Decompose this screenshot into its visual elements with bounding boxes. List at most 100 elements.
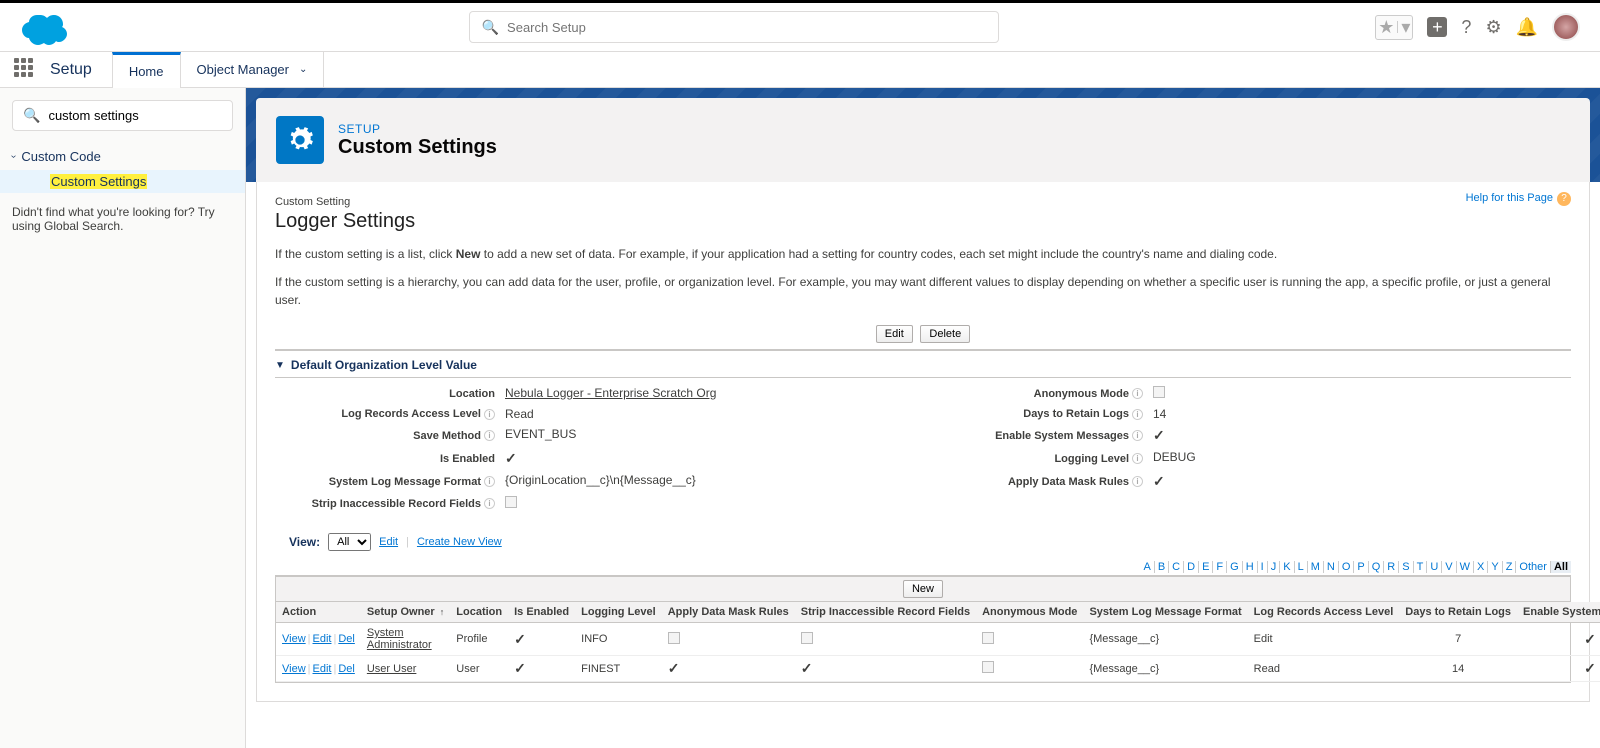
edit-link[interactable]: Edit xyxy=(313,663,332,675)
help-icon[interactable]: ? xyxy=(1461,17,1471,38)
label-data-mask: Apply Data Mask Rulesi xyxy=(923,473,1153,490)
cell-loglevel: FINEST xyxy=(575,656,662,682)
row-actions: View|Edit|Del xyxy=(276,656,361,682)
letter-filter-other[interactable]: Other xyxy=(1516,561,1551,573)
tab-home[interactable]: Home xyxy=(112,52,181,88)
settings-table: ActionSetup Owner ↑LocationIs EnabledLog… xyxy=(276,602,1600,682)
edit-view-link[interactable]: Edit xyxy=(379,536,398,548)
sidebar-item-custom-settings[interactable]: Custom Settings xyxy=(0,170,245,193)
letter-filter-R[interactable]: R xyxy=(1384,561,1399,573)
record-title: Logger Settings xyxy=(275,210,1571,233)
gear-icon xyxy=(276,116,324,164)
quick-find-input[interactable] xyxy=(48,108,224,123)
letter-filter-W[interactable]: W xyxy=(1457,561,1474,573)
col-logLevel[interactable]: Logging Level xyxy=(575,602,662,623)
letter-filter-Q[interactable]: Q xyxy=(1369,561,1385,573)
create-view-link[interactable]: Create New View xyxy=(417,536,502,548)
view-select[interactable]: All xyxy=(328,533,371,551)
col-access[interactable]: Log Records Access Level xyxy=(1248,602,1400,623)
avatar[interactable] xyxy=(1552,13,1580,41)
global-header: 🔍 ★▾ + ? ⚙ 🔔 xyxy=(0,0,1600,52)
cell-owner: User User xyxy=(361,656,450,682)
cell-msgfmt: {Message__c} xyxy=(1083,656,1247,682)
letter-filter-N[interactable]: N xyxy=(1324,561,1339,573)
letter-filter-all[interactable]: All xyxy=(1551,561,1571,573)
salesforce-logo[interactable] xyxy=(20,9,72,45)
col-action[interactable]: Action xyxy=(276,602,361,623)
letter-filter-D[interactable]: D xyxy=(1184,561,1199,573)
new-button[interactable]: New xyxy=(903,580,943,598)
letter-filter-I[interactable]: I xyxy=(1258,561,1268,573)
letter-filter-X[interactable]: X xyxy=(1474,561,1488,573)
cell-msgfmt: {Message__c} xyxy=(1083,623,1247,656)
delete-button[interactable]: Delete xyxy=(920,325,970,343)
letter-filter-H[interactable]: H xyxy=(1243,561,1258,573)
view-link[interactable]: View xyxy=(282,663,306,675)
edit-link[interactable]: Edit xyxy=(313,633,332,645)
col-dataMask[interactable]: Apply Data Mask Rules xyxy=(662,602,795,623)
col-enabled[interactable]: Is Enabled xyxy=(508,602,575,623)
detail-grid: Location Nebula Logger - Enterprise Scra… xyxy=(275,378,1571,525)
help-link[interactable]: Help for this Page? xyxy=(1466,192,1571,206)
label-strip-fields: Strip Inaccessible Record Fieldsi xyxy=(275,496,505,511)
col-strip[interactable]: Strip Inaccessible Record Fields xyxy=(795,602,976,623)
letter-filter-L[interactable]: L xyxy=(1295,561,1308,573)
col-owner[interactable]: Setup Owner ↑ xyxy=(361,602,450,623)
tab-object-manager[interactable]: Object Manager ⌄ xyxy=(181,52,325,88)
letter-filter-J[interactable]: J xyxy=(1268,561,1281,573)
letter-filter-B[interactable]: B xyxy=(1155,561,1169,573)
global-search-input[interactable] xyxy=(507,20,986,35)
letter-filter-A[interactable]: A xyxy=(1140,561,1154,573)
letter-filter-F[interactable]: F xyxy=(1213,561,1227,573)
sidebar-search[interactable]: 🔍 xyxy=(12,100,233,131)
edit-button[interactable]: Edit xyxy=(876,325,913,343)
letter-filter-O[interactable]: O xyxy=(1339,561,1355,573)
letter-filter-C[interactable]: C xyxy=(1169,561,1184,573)
letter-filter-T[interactable]: T xyxy=(1414,561,1428,573)
view-link[interactable]: View xyxy=(282,633,306,645)
breadcrumb: Custom Setting xyxy=(275,196,1571,208)
del-link[interactable]: Del xyxy=(338,633,355,645)
value-strip-fields xyxy=(505,496,923,511)
letter-filter-U[interactable]: U xyxy=(1427,561,1442,573)
label-msg-format: System Log Message Formati xyxy=(275,473,505,490)
cell-anon xyxy=(976,656,1083,682)
letter-filter-G[interactable]: G xyxy=(1227,561,1243,573)
letter-filter-Y[interactable]: Y xyxy=(1488,561,1502,573)
owner-link[interactable]: User User xyxy=(367,663,417,675)
chevron-down-icon[interactable]: ⌄ xyxy=(299,64,307,75)
col-anon[interactable]: Anonymous Mode xyxy=(976,602,1083,623)
app-launcher-icon[interactable] xyxy=(14,58,38,82)
letter-filter-V[interactable]: V xyxy=(1442,561,1456,573)
search-icon: 🔍 xyxy=(482,19,499,36)
col-days[interactable]: Days to Retain Logs xyxy=(1399,602,1517,623)
letter-filter-Z[interactable]: Z xyxy=(1503,561,1517,573)
global-search[interactable]: 🔍 xyxy=(469,11,999,43)
cell-enabled: ✓ xyxy=(508,656,575,682)
label-is-enabled: Is Enabled xyxy=(275,450,505,467)
gear-icon[interactable]: ⚙ xyxy=(1485,17,1501,38)
col-location[interactable]: Location xyxy=(450,602,508,623)
sidebar-item-custom-code[interactable]: › Custom Code xyxy=(0,143,245,170)
search-icon: 🔍 xyxy=(23,107,40,124)
bell-icon[interactable]: 🔔 xyxy=(1516,17,1538,38)
section-header[interactable]: ▼ Default Organization Level Value xyxy=(275,353,1571,378)
owner-link[interactable]: System Administrator xyxy=(367,627,432,651)
del-link[interactable]: Del xyxy=(338,663,355,675)
col-sysMsg[interactable]: Enable System Messages xyxy=(1517,602,1600,623)
location-link[interactable]: Nebula Logger - Enterprise Scratch Org xyxy=(505,386,716,400)
letter-filter-K[interactable]: K xyxy=(1280,561,1294,573)
chevron-down-icon: › xyxy=(8,155,19,158)
add-button[interactable]: + xyxy=(1427,17,1447,37)
col-msgFmt[interactable]: System Log Message Format xyxy=(1083,602,1247,623)
cell-enabled: ✓ xyxy=(508,623,575,656)
favorite-button[interactable]: ★▾ xyxy=(1375,15,1413,40)
letter-filter-E[interactable]: E xyxy=(1199,561,1213,573)
letter-filter-P[interactable]: P xyxy=(1354,561,1368,573)
cell-days: 14 xyxy=(1399,656,1517,682)
label-days-retain: Days to Retain Logsi xyxy=(923,407,1153,421)
letter-filter-M[interactable]: M xyxy=(1308,561,1324,573)
cell-anon xyxy=(976,623,1083,656)
letter-filter-S[interactable]: S xyxy=(1399,561,1413,573)
sidebar-item-label: Custom Code xyxy=(21,149,100,164)
